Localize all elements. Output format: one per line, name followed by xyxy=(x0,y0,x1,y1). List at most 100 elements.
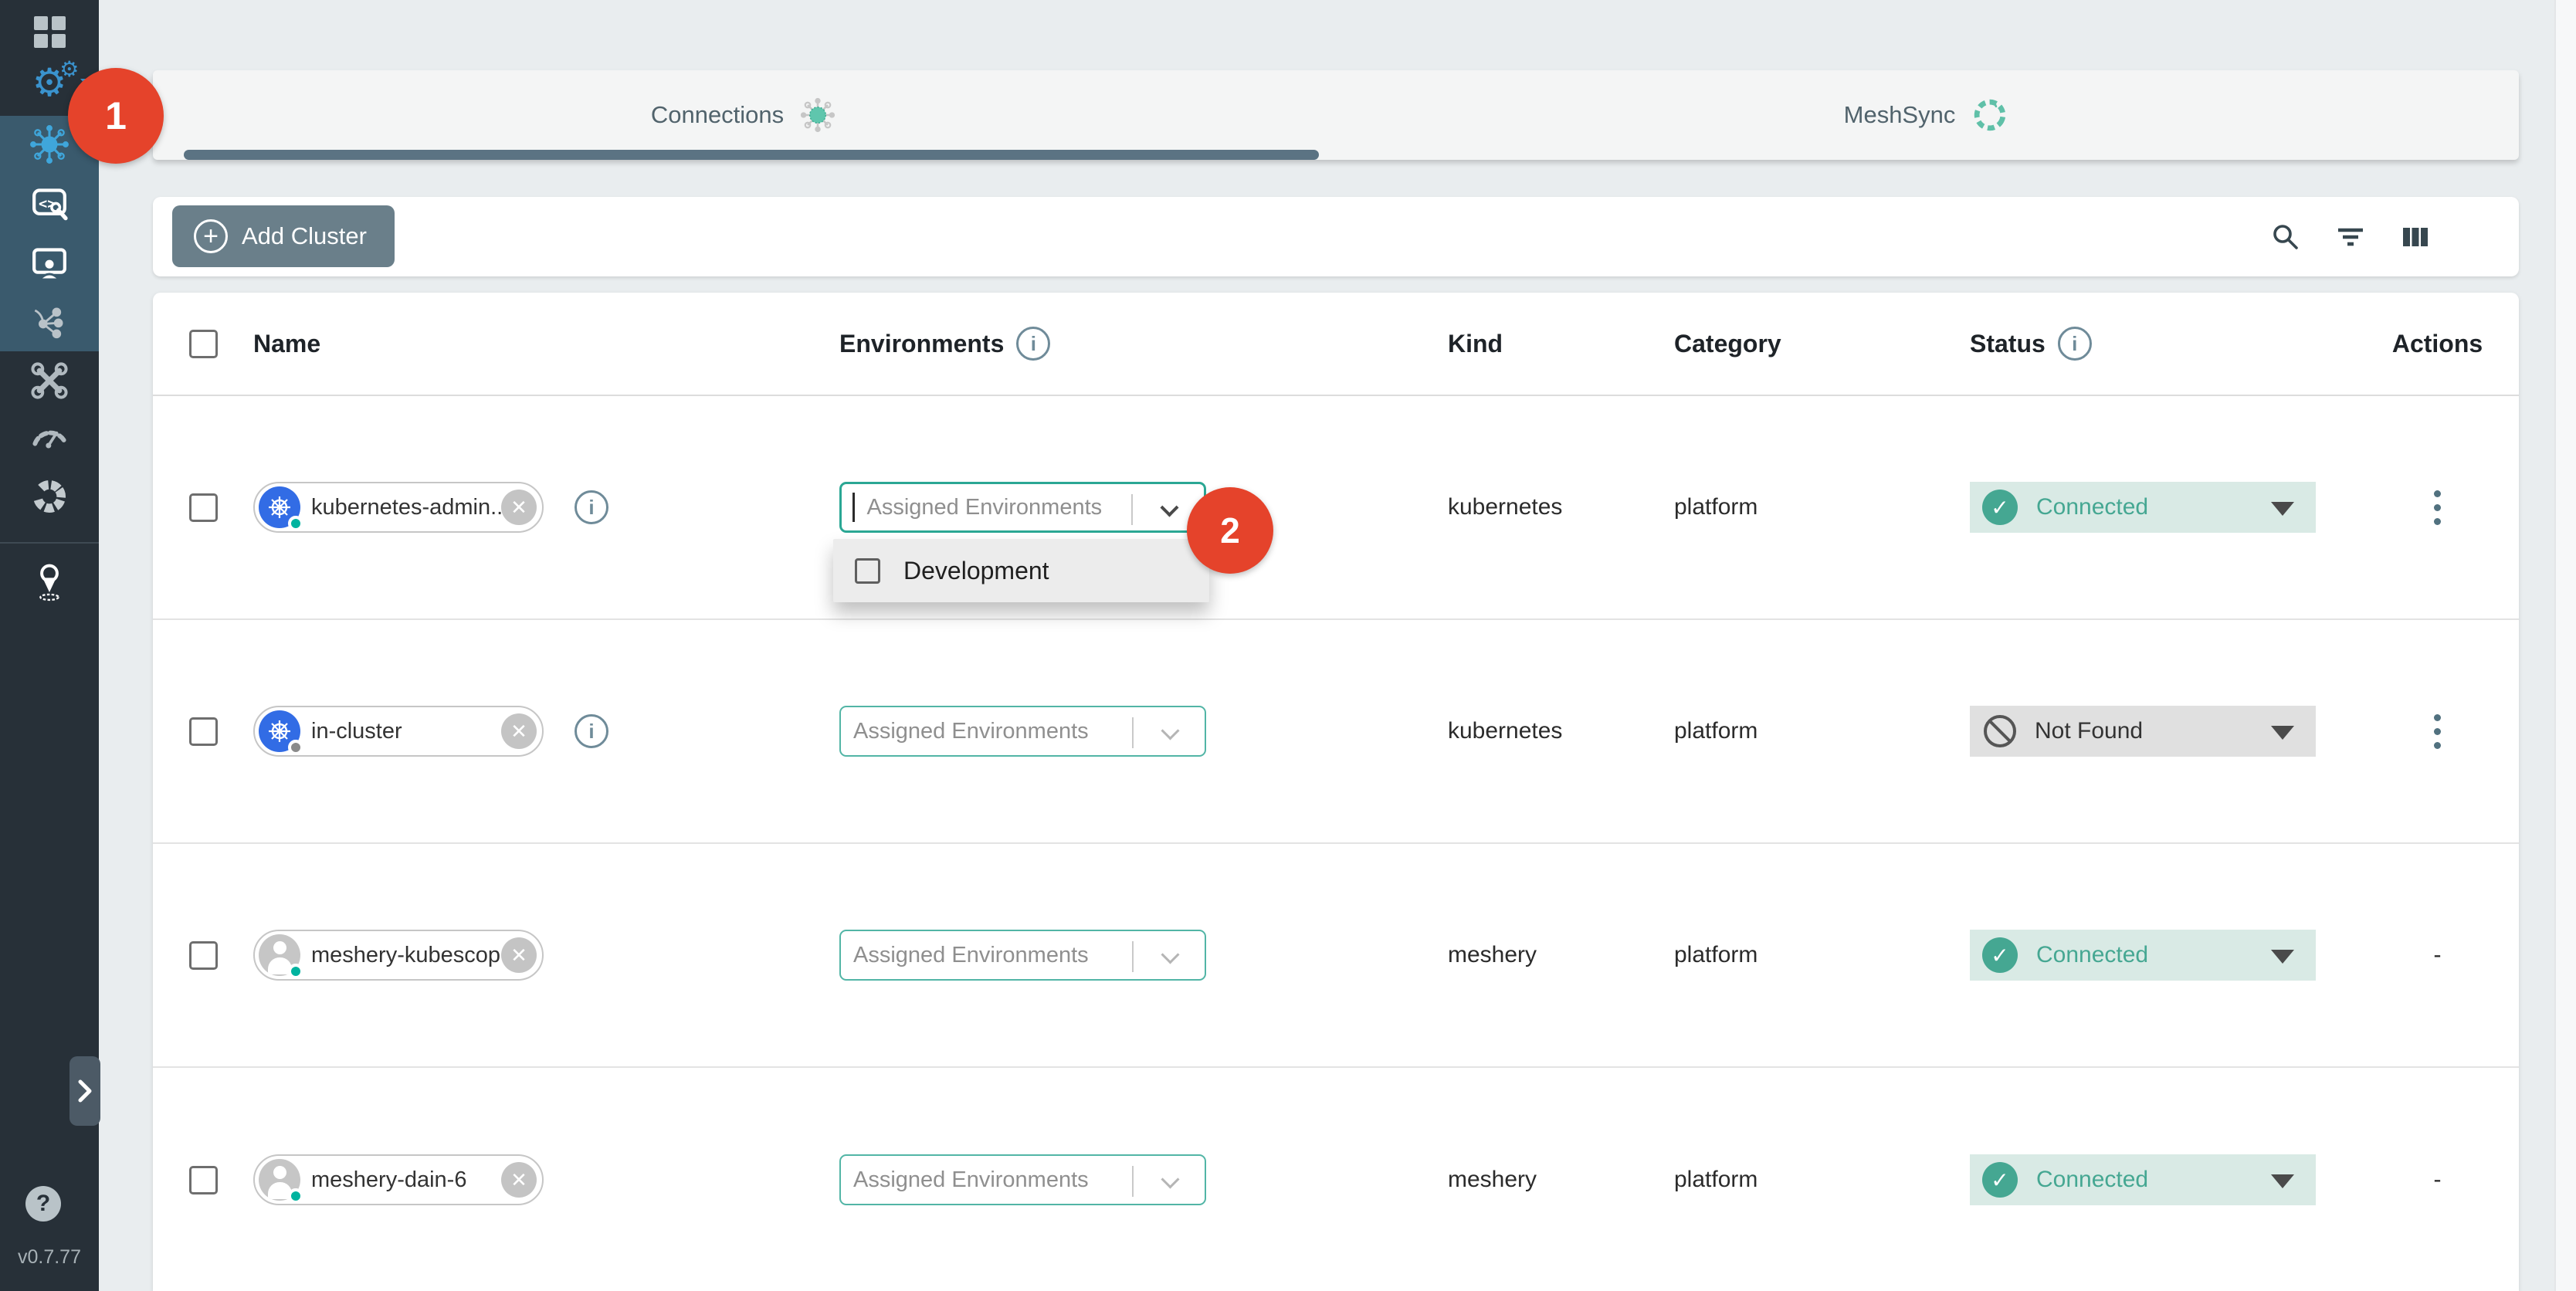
sidebar-item-designs[interactable] xyxy=(0,294,99,348)
kind-value: meshery xyxy=(1448,1167,1674,1193)
remove-connection-icon[interactable]: ✕ xyxy=(501,490,537,525)
remove-connection-icon[interactable]: ✕ xyxy=(501,937,537,973)
row-checkbox[interactable] xyxy=(189,1166,218,1194)
row-actions-kebab-icon[interactable] xyxy=(2429,710,2446,754)
connection-status-dot xyxy=(288,740,303,755)
add-cluster-button[interactable]: + Add Cluster xyxy=(172,205,395,267)
connections-mesh-icon xyxy=(798,95,838,135)
sidebar-item-extensions[interactable] xyxy=(0,469,99,524)
environments-dropdown-menu: Development xyxy=(833,539,1209,602)
tab-connections[interactable]: Connections xyxy=(153,70,1336,160)
connection-chip[interactable]: kubernetes-admin... ✕ xyxy=(253,482,544,533)
tab-meshsync[interactable]: MeshSync xyxy=(1336,70,2519,160)
remove-connection-icon[interactable]: ✕ xyxy=(501,1162,537,1198)
column-header-status[interactable]: Status xyxy=(1970,330,2046,358)
sidebar-item-performance-screen[interactable] xyxy=(0,236,99,290)
sidebar-item-location[interactable] xyxy=(0,554,99,608)
connection-status-dot xyxy=(288,1188,303,1204)
sidebar-divider xyxy=(0,542,99,544)
speedometer-icon xyxy=(28,413,71,456)
column-header-category[interactable]: Category xyxy=(1674,330,1970,358)
view-columns-icon[interactable] xyxy=(2397,219,2434,256)
page-scrollbar[interactable] xyxy=(2554,0,2576,1291)
connection-info-icon[interactable]: i xyxy=(575,490,608,524)
table-header-row: Name Environments i Kind Category Status… xyxy=(153,293,2519,396)
sidebar-item-adapters[interactable]: <> xyxy=(0,177,99,231)
sidebar-expand-button[interactable] xyxy=(69,1056,100,1126)
category-value: platform xyxy=(1674,942,1970,968)
actions-empty-value: - xyxy=(2434,942,2442,968)
select-all-checkbox[interactable] xyxy=(189,330,218,358)
column-header-kind[interactable]: Kind xyxy=(1448,330,1674,358)
chevron-down-icon[interactable] xyxy=(1161,945,1179,964)
sidebar-item-metrics[interactable] xyxy=(0,408,99,462)
dashboard-grid-icon xyxy=(34,16,66,48)
kind-value: meshery xyxy=(1448,942,1674,968)
status-badge[interactable]: ✓ Connected xyxy=(1970,930,2316,981)
row-checkbox[interactable] xyxy=(189,493,218,522)
connection-chip[interactable]: in-cluster ✕ xyxy=(253,706,544,757)
annotation-badge-2: 2 xyxy=(1187,487,1273,574)
version-label: v0.7.77 xyxy=(0,1246,99,1269)
connection-chip[interactable]: meshery-dain-6 ✕ xyxy=(253,1154,544,1205)
column-header-actions: Actions xyxy=(2356,330,2519,358)
environment-option-label[interactable]: Development xyxy=(903,557,1049,585)
status-badge[interactable]: Not Found xyxy=(1970,706,2316,757)
help-button[interactable]: ? xyxy=(25,1186,61,1222)
environment-option-checkbox[interactable] xyxy=(855,558,880,584)
tab-connections-label: Connections xyxy=(651,101,784,129)
environments-placeholder: Assigned Environments xyxy=(853,1167,1089,1193)
sidebar-item-dashboard[interactable] xyxy=(0,5,99,59)
environments-select[interactable]: Assigned Environments xyxy=(839,706,1206,757)
category-value: platform xyxy=(1674,718,1970,744)
connected-check-icon: ✓ xyxy=(1982,490,2018,525)
status-label: Connected xyxy=(2036,494,2148,520)
status-dropdown-arrow[interactable] xyxy=(2271,1174,2294,1188)
connections-toolbar: + Add Cluster xyxy=(153,197,2519,276)
status-dropdown-arrow[interactable] xyxy=(2271,726,2294,740)
sidebar-item-toolkit[interactable] xyxy=(0,354,99,408)
environments-info-icon[interactable]: i xyxy=(1016,327,1050,361)
crossed-wrenches-icon xyxy=(28,359,71,402)
connections-table: Name Environments i Kind Category Status… xyxy=(153,293,2519,1291)
remove-connection-icon[interactable]: ✕ xyxy=(501,713,537,749)
chevron-down-icon[interactable] xyxy=(1161,721,1179,740)
code-wrench-icon: <> xyxy=(28,182,71,225)
tab-meshsync-label: MeshSync xyxy=(1844,101,1956,129)
column-header-name[interactable]: Name xyxy=(253,330,839,358)
row-actions-kebab-icon[interactable] xyxy=(2429,486,2446,530)
status-dropdown-arrow[interactable] xyxy=(2271,502,2294,516)
status-badge[interactable]: ✓ Connected xyxy=(1970,482,2316,533)
tab-bar: Connections MeshSync xyxy=(153,70,2519,160)
connection-status-dot xyxy=(288,964,303,979)
meshery-app: ⚙ ⚙ xyxy=(0,0,2576,1291)
environments-select[interactable]: Assigned Environments xyxy=(839,1154,1206,1205)
sidebar: ⚙ ⚙ xyxy=(0,0,99,1291)
text-cursor xyxy=(852,493,855,522)
environments-placeholder: Assigned Environments xyxy=(867,495,1103,520)
search-icon[interactable] xyxy=(2267,219,2304,256)
person-avatar-icon xyxy=(259,934,300,976)
chevron-down-icon[interactable] xyxy=(1161,1170,1179,1188)
connection-name: kubernetes-admin... xyxy=(311,495,501,520)
status-badge[interactable]: ✓ Connected xyxy=(1970,1154,2316,1205)
category-value: platform xyxy=(1674,494,1970,520)
chevron-right-icon xyxy=(75,1076,95,1106)
kubernetes-logo-icon xyxy=(259,710,300,752)
status-info-icon[interactable]: i xyxy=(2058,327,2092,361)
filter-icon[interactable] xyxy=(2332,219,2369,256)
kubernetes-logo-icon xyxy=(259,486,300,528)
environments-select[interactable]: Assigned Environments xyxy=(839,482,1206,533)
connection-name: meshery-dain-6 xyxy=(311,1167,501,1193)
mosaic-donut-icon xyxy=(28,475,71,518)
environments-select[interactable]: Assigned Environments xyxy=(839,930,1206,981)
chevron-down-icon[interactable] xyxy=(1160,498,1178,517)
plus-circle-icon: + xyxy=(194,219,228,253)
connection-chip[interactable]: meshery-kubescop... ✕ xyxy=(253,930,544,981)
row-checkbox[interactable] xyxy=(189,941,218,970)
person-avatar-icon xyxy=(259,1159,300,1201)
status-dropdown-arrow[interactable] xyxy=(2271,950,2294,964)
column-header-environments[interactable]: Environments xyxy=(839,330,1004,358)
connection-info-icon[interactable]: i xyxy=(575,714,608,748)
row-checkbox[interactable] xyxy=(189,717,218,746)
